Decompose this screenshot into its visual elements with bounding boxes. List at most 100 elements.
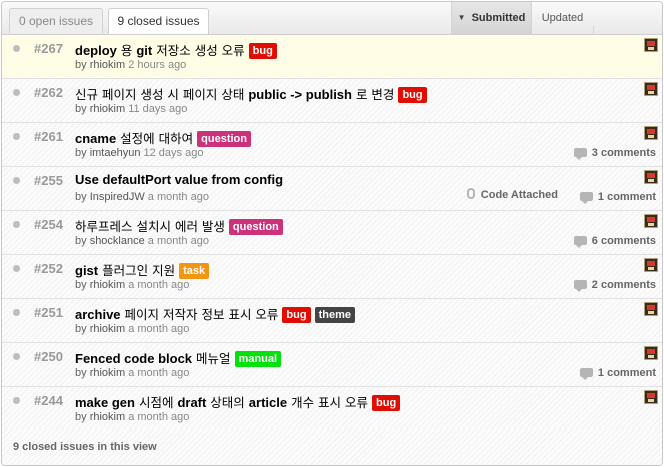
comment-count-link[interactable]: 6 comments — [573, 235, 656, 248]
issue-title-link[interactable]: gist 플러그인 지원 task — [75, 260, 210, 279]
comment-count-link[interactable]: 3 comments — [573, 147, 656, 160]
issue-timestamp: 11 days ago — [128, 103, 188, 115]
issue-author-link[interactable]: InspiredJW — [90, 191, 145, 203]
issue-title-link[interactable]: archive 페이지 저작자 정보 표시 오류 bug theme — [75, 304, 355, 323]
caret-down-icon: ▼ — [457, 13, 466, 22]
avatar[interactable] — [644, 346, 658, 360]
issue-title-link[interactable]: 하루프레스 설치시 에러 발생 question — [75, 216, 283, 235]
issue-row[interactable]: #252 gist 플러그인 지원 task by rhiokim a month a… — [2, 255, 662, 299]
issue-row[interactable]: #251 archive 페이지 저작자 정보 표시 오류 bug theme by r… — [2, 299, 662, 343]
byline-prefix: by — [75, 191, 87, 203]
issue-title-link[interactable]: deploy 용 git 저장소 생성 오류 bug — [75, 40, 277, 59]
issue-row[interactable]: #254 하루프레스 설치시 에러 발생 question by shocklance… — [2, 211, 662, 255]
avatar[interactable] — [644, 82, 658, 96]
issue-title-part: cname — [75, 131, 117, 146]
issue-author-link[interactable]: imtaehyun — [90, 147, 141, 159]
byline-prefix: by — [75, 411, 87, 423]
issue-title-part: 저장소 생성 오류 — [152, 43, 245, 58]
avatar[interactable] — [644, 390, 658, 404]
issue-title-link[interactable]: Fenced code block 메뉴얼 manual — [75, 348, 282, 367]
issue-timestamp: 12 days ago — [143, 147, 204, 159]
issue-row[interactable]: #250 Fenced code block 메뉴얼 manual by rhioki… — [2, 343, 662, 387]
comment-count-link[interactable]: 1 comment — [579, 191, 656, 204]
issue-author-link[interactable]: rhiokim — [90, 279, 125, 291]
closed-status-dot-icon — [13, 309, 20, 316]
issues-toolbar: 0 open issues 9 closed issues ▼ Submitted… — [2, 2, 662, 58]
sort-updated-button[interactable]: Updated — [531, 2, 593, 34]
issues-panel: 0 open issues 9 closed issues ▼ Submitted… — [1, 1, 663, 466]
issue-row[interactable]: #244 make gen 시점에 draft 상태의 article 개수 표시… — [2, 387, 662, 431]
issue-author-link[interactable]: rhiokim — [90, 59, 125, 71]
issue-timestamp: a month ago — [128, 323, 190, 335]
issue-row[interactable]: #262 신규 페이지 생성 시 페이지 상태 public -> publish… — [2, 79, 662, 123]
closed-status-dot-icon — [13, 45, 20, 52]
issue-timestamp: a month ago — [128, 367, 190, 379]
issue-number: #244 — [34, 393, 63, 408]
code-attached-indicator: Code Attached — [466, 188, 558, 201]
label-bug[interactable]: bug — [398, 87, 427, 103]
byline-prefix: by — [75, 367, 87, 379]
avatar[interactable] — [644, 258, 658, 272]
label-task[interactable]: task — [179, 263, 210, 279]
label-question[interactable]: question — [228, 219, 283, 235]
issue-author-link[interactable]: rhiokim — [90, 367, 125, 379]
label-theme[interactable]: theme — [314, 307, 355, 323]
issue-byline: by imtaehyun 12 days ago — [75, 147, 203, 159]
issues-footer: 9 closed issues in this view — [2, 429, 662, 465]
comment-count-link[interactable]: 2 comments — [573, 279, 656, 292]
issue-number: #267 — [34, 41, 63, 56]
sort-submitted-button[interactable]: ▼ Submitted — [451, 2, 531, 34]
label-manual[interactable]: manual — [234, 351, 282, 367]
issue-title-link[interactable]: cname 설정에 대하여 question — [75, 128, 251, 147]
avatar[interactable] — [644, 214, 658, 228]
issue-byline: by rhiokim 2 hours ago — [75, 59, 186, 71]
issue-title-part: 용 — [116, 43, 137, 58]
issue-title-part: 메뉴얼 — [192, 351, 231, 366]
issue-title-link[interactable]: 신규 페이지 생성 시 페이지 상태 public -> publish 로 변… — [75, 84, 427, 103]
tab-open-issues[interactable]: 0 open issues — [9, 8, 103, 33]
issue-author-link[interactable]: rhiokim — [90, 411, 125, 423]
label-bug[interactable]: bug — [248, 43, 277, 59]
issue-title-part: git — [136, 43, 153, 58]
comment-count: 1 comment — [597, 367, 656, 379]
issue-title-link[interactable]: make gen 시점에 draft 상태의 article 개수 표시 오류 b… — [75, 392, 401, 411]
byline-prefix: by — [75, 59, 87, 71]
issue-number: #254 — [34, 217, 63, 232]
issue-author-link[interactable]: shocklance — [90, 235, 145, 247]
issue-title-link[interactable]: Use defaultPort value from config — [75, 172, 283, 187]
issue-author-link[interactable]: rhiokim — [90, 323, 125, 335]
issue-byline: by InspiredJW a month ago — [75, 191, 209, 203]
issue-row[interactable]: #267 deploy 용 git 저장소 생성 오류 bug by rhiokim … — [2, 35, 662, 79]
issue-title-part: 개수 표시 오류 — [287, 395, 369, 410]
avatar[interactable] — [644, 38, 658, 52]
comment-count: 6 comments — [591, 235, 656, 247]
issue-title-part: 설정에 대하여 — [116, 131, 194, 146]
issue-author-link[interactable]: rhiokim — [90, 103, 125, 115]
issue-row[interactable]: #261 cname 설정에 대하여 question by imtaehyun 12… — [2, 123, 662, 167]
avatar[interactable] — [644, 302, 658, 316]
label-question[interactable]: question — [197, 131, 251, 147]
issue-timestamp: a month ago — [128, 279, 190, 291]
issue-timestamp: a month ago — [147, 235, 209, 247]
avatar[interactable] — [644, 170, 658, 184]
issue-title-part: draft — [177, 395, 207, 410]
tab-closed-issues[interactable]: 9 closed issues — [108, 8, 209, 34]
comment-bubble-icon — [573, 148, 587, 160]
label-bug[interactable]: bug — [282, 307, 311, 323]
issue-timestamp: a month ago — [128, 411, 190, 423]
comment-count-link[interactable]: 1 comment — [579, 367, 656, 380]
issue-title-part: deploy — [75, 43, 117, 58]
avatar[interactable] — [644, 126, 658, 140]
issue-title-part: Fenced code block — [75, 351, 193, 366]
comment-bubble-icon — [573, 236, 587, 248]
issue-byline: by shocklance a month ago — [75, 235, 209, 247]
comment-count: 3 comments — [591, 147, 656, 159]
issue-title-part: 로 변경 — [351, 87, 395, 102]
issue-byline: by rhiokim a month ago — [75, 279, 189, 291]
issue-number: #262 — [34, 85, 63, 100]
issue-row[interactable]: #255 Use defaultPort value from config by … — [2, 167, 662, 211]
issue-title-part: 플러그인 지원 — [98, 263, 176, 278]
issue-title-part: 하루프레스 설치시 에러 발생 — [75, 219, 225, 234]
issue-number: #252 — [34, 261, 63, 276]
label-bug[interactable]: bug — [372, 395, 401, 411]
